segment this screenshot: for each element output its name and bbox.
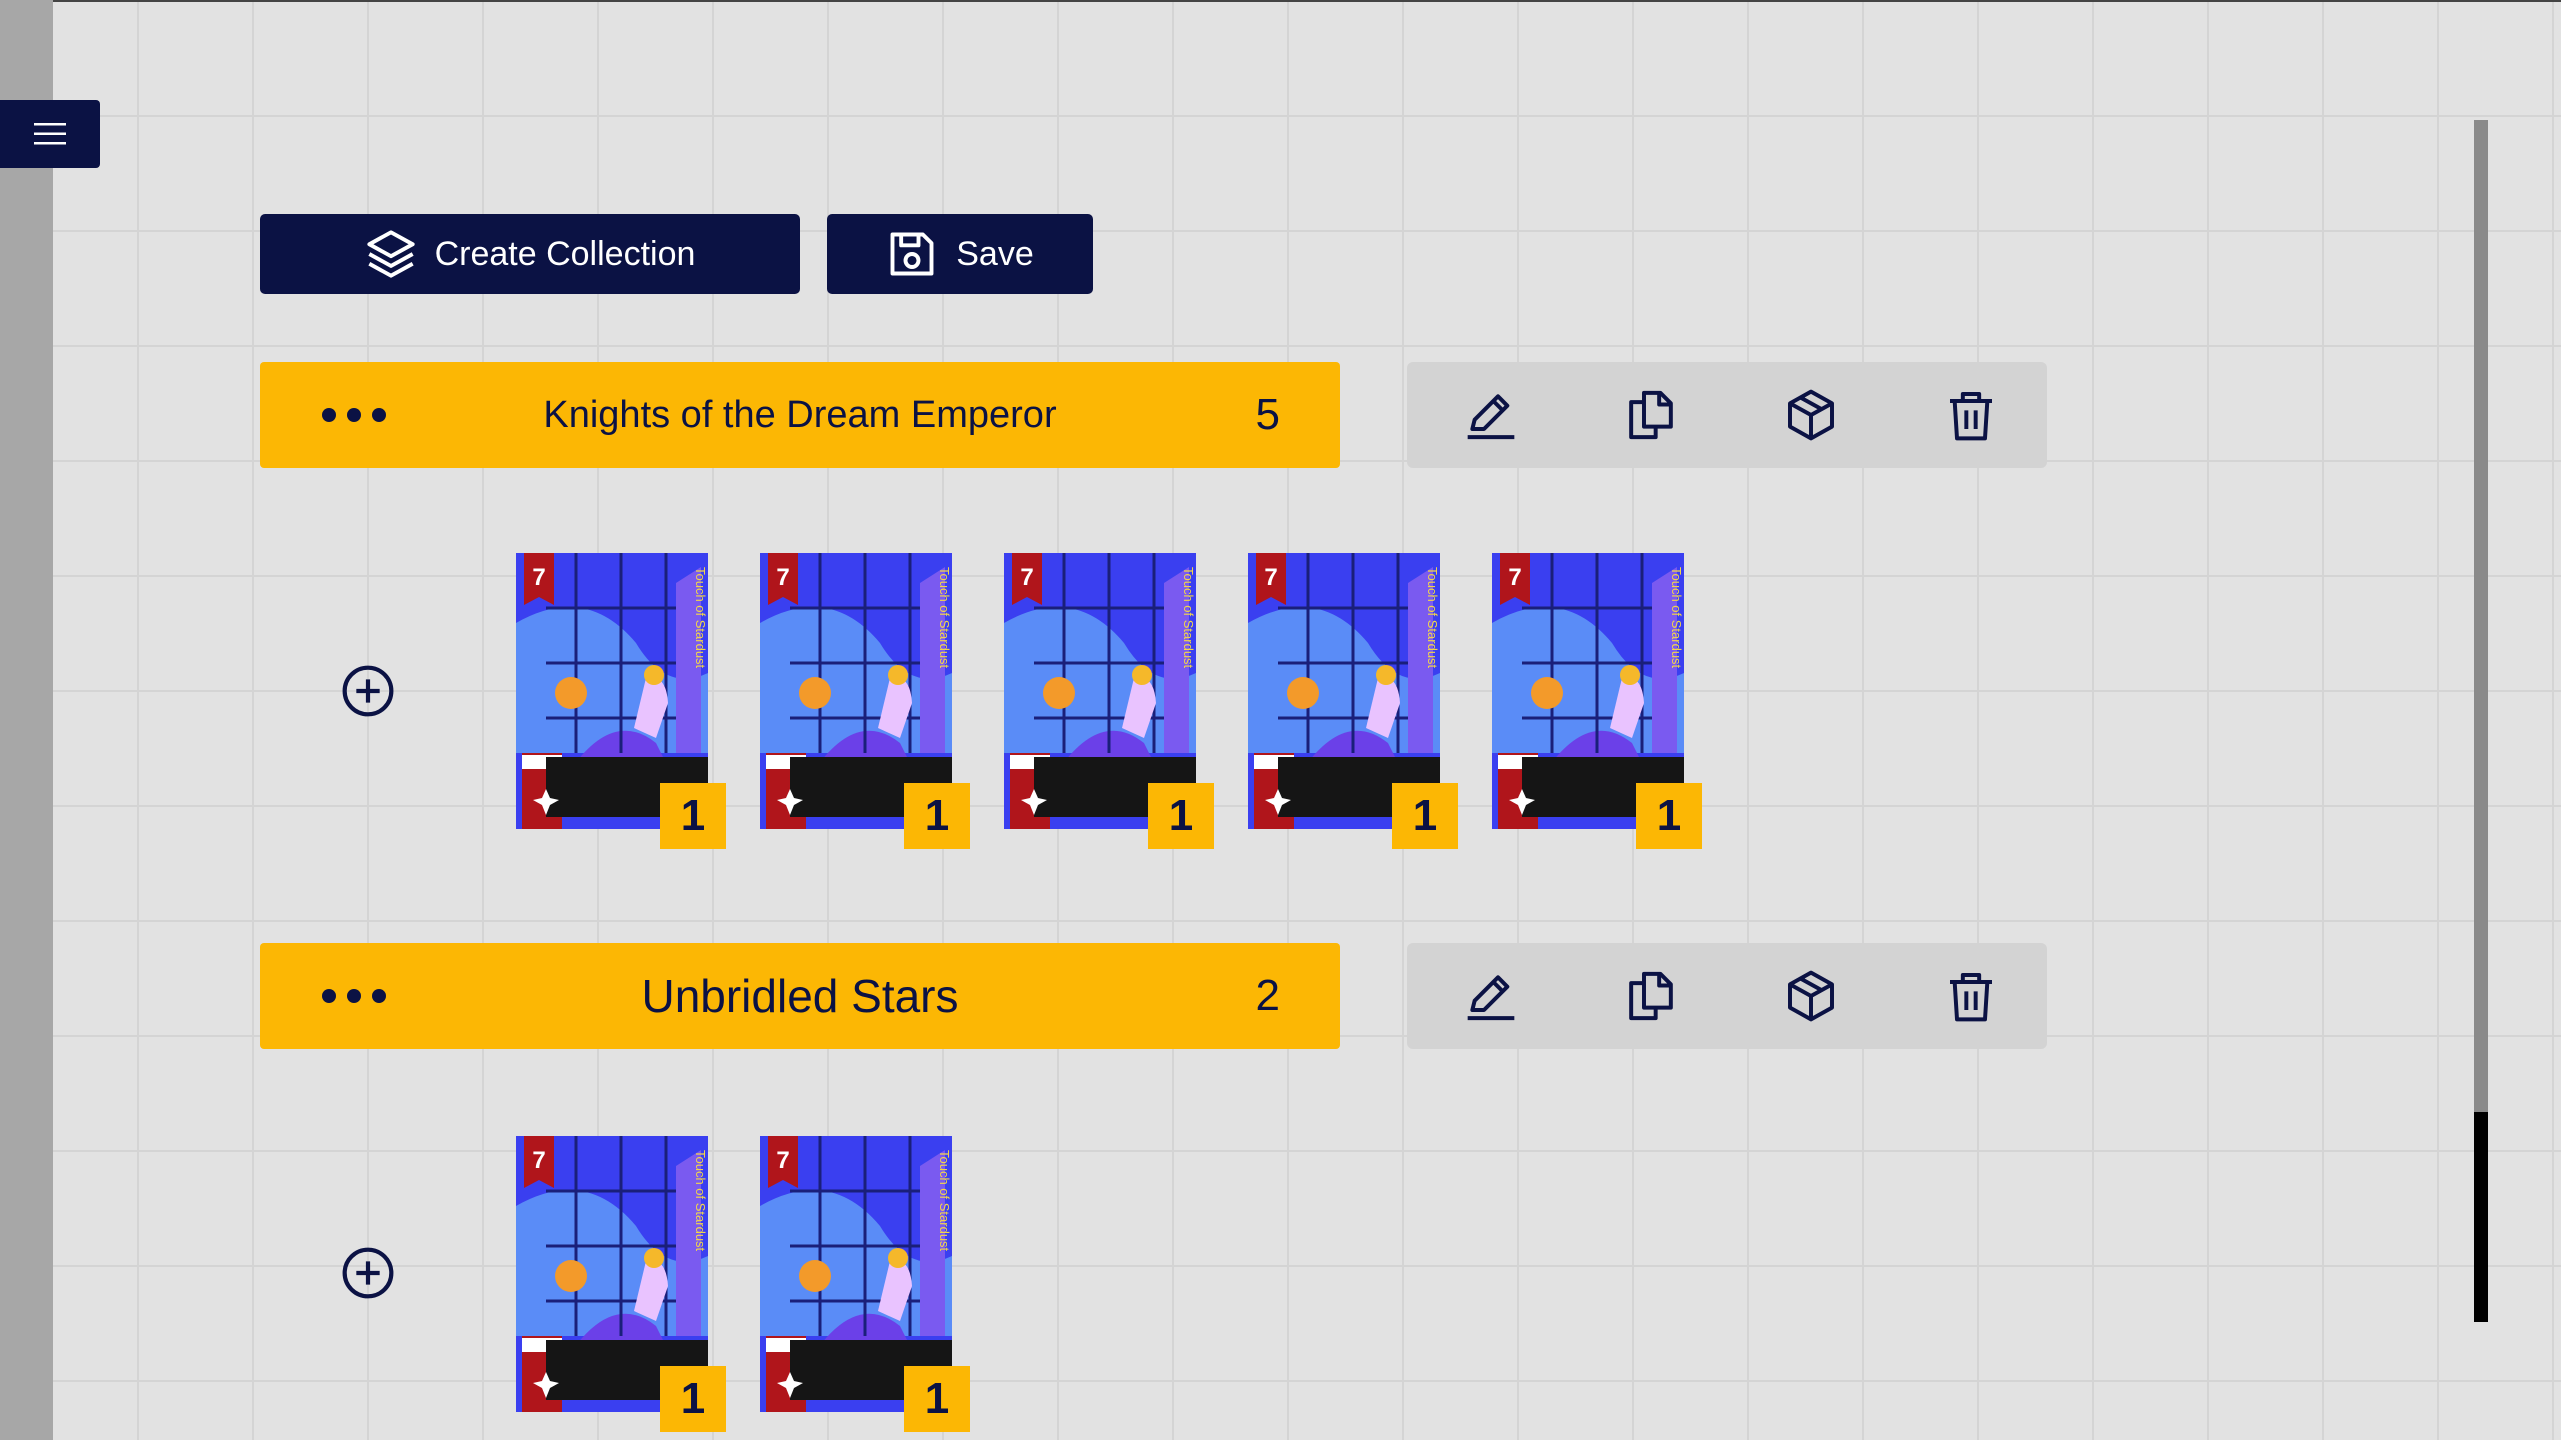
card[interactable]: 7 Touch of Stardust 1: [760, 1136, 970, 1432]
add-card-button[interactable]: [340, 1245, 396, 1301]
svg-text:Touch of Stardust: Touch of Stardust: [1181, 567, 1196, 669]
collection-name[interactable]: Knights of the Dream Emperor: [260, 362, 1340, 468]
card-quantity-badge: 1: [1148, 783, 1214, 849]
collection-name[interactable]: Unbridled Stars: [260, 943, 1340, 1049]
card[interactable]: 7 Touch of Stardust 1: [1492, 553, 1702, 849]
card[interactable]: 7 Touch of Stardust 1: [516, 553, 726, 849]
card-quantity-badge: 1: [1636, 783, 1702, 849]
edit-collection-button[interactable]: [1463, 387, 1519, 443]
collection-actions: [1407, 943, 2047, 1049]
collection-actions: [1407, 362, 2047, 468]
layers-icon: [366, 230, 415, 278]
copy-icon: [1629, 390, 1673, 440]
card[interactable]: 7 Touch of Stardust 1: [1004, 553, 1214, 849]
pencil-icon: [1467, 394, 1515, 440]
card-quantity-badge: 1: [904, 783, 970, 849]
save-button[interactable]: Save: [827, 214, 1093, 294]
svg-text:7: 7: [1020, 564, 1033, 591]
svg-text:Touch of Stardust: Touch of Stardust: [693, 1150, 708, 1252]
scrollbar-thumb[interactable]: [2474, 1112, 2488, 1322]
svg-text:Touch of Stardust: Touch of Stardust: [693, 567, 708, 669]
card[interactable]: 7 Touch of Stardust 1: [760, 553, 970, 849]
svg-text:Touch of Stardust: Touch of Stardust: [937, 567, 952, 669]
box-collection-button[interactable]: [1783, 968, 1839, 1024]
svg-text:Touch of Stardust: Touch of Stardust: [1669, 567, 1684, 669]
card[interactable]: 7 Touch of Stardust 1: [1248, 553, 1458, 849]
save-label: Save: [956, 234, 1034, 273]
svg-text:Touch of Stardust: Touch of Stardust: [1425, 567, 1440, 669]
svg-text:7: 7: [1508, 564, 1521, 591]
create-collection-label: Create Collection: [434, 234, 696, 273]
add-card-button[interactable]: [340, 663, 396, 719]
delete-collection-button[interactable]: [1943, 968, 1999, 1024]
menu-button[interactable]: [0, 100, 100, 168]
collection-header: Unbridled Stars 2: [260, 943, 1340, 1049]
collection-header: Knights of the Dream Emperor 5: [260, 362, 1340, 468]
svg-text:7: 7: [776, 564, 789, 591]
top-border: [0, 0, 2561, 2]
svg-text:Touch of Stardust: Touch of Stardust: [937, 1150, 952, 1252]
trash-icon: [1950, 392, 1992, 441]
duplicate-collection-button[interactable]: [1623, 387, 1679, 443]
collection-card-count: 2: [1255, 971, 1280, 1020]
copy-icon: [1629, 971, 1673, 1021]
cube-icon: [1788, 389, 1834, 441]
svg-text:7: 7: [1264, 564, 1277, 591]
card[interactable]: 7 Touch of Stardust 1: [516, 1136, 726, 1432]
trash-icon: [1950, 973, 1992, 1022]
hamburger-menu-icon: [34, 123, 66, 145]
edit-collection-button[interactable]: [1463, 968, 1519, 1024]
svg-text:7: 7: [532, 1147, 545, 1174]
card-quantity-badge: 1: [660, 783, 726, 849]
delete-collection-button[interactable]: [1943, 387, 1999, 443]
box-collection-button[interactable]: [1783, 387, 1839, 443]
svg-text:7: 7: [776, 1147, 789, 1174]
left-rail: [0, 0, 53, 1440]
plus-circle-icon: [342, 665, 394, 717]
cube-icon: [1788, 970, 1834, 1022]
plus-circle-icon: [342, 1247, 394, 1299]
floppy-disk-icon: [890, 232, 934, 276]
card-quantity-badge: 1: [904, 1366, 970, 1432]
card-quantity-badge: 1: [1392, 783, 1458, 849]
duplicate-collection-button[interactable]: [1623, 968, 1679, 1024]
svg-text:7: 7: [532, 564, 545, 591]
collection-card-count: 5: [1255, 390, 1280, 439]
create-collection-button[interactable]: Create Collection: [260, 214, 800, 294]
card-quantity-badge: 1: [660, 1366, 726, 1432]
pencil-icon: [1467, 975, 1515, 1021]
